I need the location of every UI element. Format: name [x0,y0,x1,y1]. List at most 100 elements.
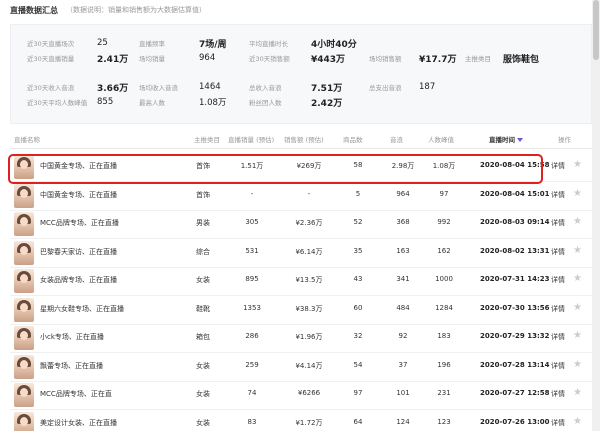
stat-value: 1464 [199,82,221,92]
live-thumbnail[interactable] [14,326,34,350]
detail-link[interactable]: 详情 [551,275,565,285]
cell-time: 2020-07-28 13:14 [480,360,550,369]
table-row[interactable]: 中国黄金专场、正在直播 首饰 - - 5 964 97 2020-08-04 15:01 详情 ★ [10,181,592,211]
detail-link[interactable]: 详情 [551,304,565,314]
cell-sales: 259 [245,360,259,369]
stat-label: 平均直播时长 [249,40,288,48]
star-icon[interactable]: ★ [573,217,582,227]
stat-label: 粉丝团人数 [249,99,282,107]
detail-link[interactable]: 详情 [551,361,565,371]
live-name[interactable]: 小ck专场、正在直播 [40,332,104,342]
live-thumbnail[interactable] [14,240,34,265]
live-thumbnail[interactable] [14,297,34,322]
cell-time: 2020-08-03 09:14 [480,218,550,226]
table-row[interactable]: 美定设计女装、正在直播 女装 83 ¥1.72万 64 124 123 2020-07-26 … [10,409,592,431]
col-sales[interactable]: 直播销量 (预估) [228,134,274,144]
detail-link[interactable]: 详情 [551,190,565,200]
cell-revenue: ¥4.14万 [295,361,323,370]
cell-revenue: ¥6266 [297,389,321,397]
table-row[interactable]: 巴黎春天家访、正在直播 综合 531 ¥6.14万 35 163 162 2020-08-02… [10,238,592,268]
cell-revenue: ¥1.96万 [295,333,323,341]
stat-value: 7.51万 [311,83,343,94]
cell-yinlang: 163 [396,246,410,255]
scrollbar[interactable] [592,0,600,431]
caret-down-icon [517,138,523,142]
cell-peak: 162 [437,246,451,255]
live-name[interactable]: 巴黎春天家访、正在直播 [40,247,117,257]
live-data-page: 直播数据汇总 （数据说明：销量和销售额为大数据估算值） 近30天直播场次 25 … [0,0,600,431]
col-yinlang[interactable]: 音浪 [390,134,403,144]
scrollbar-thumb[interactable] [593,0,599,60]
star-icon[interactable]: ★ [573,274,582,284]
live-thumbnail[interactable] [14,383,34,407]
cell-revenue: ¥269万 [296,162,322,170]
star-icon[interactable]: ★ [573,188,582,199]
stat-avg-sales: 场均销量 964 [139,52,215,64]
live-thumbnail[interactable] [14,411,34,431]
star-icon[interactable]: ★ [573,416,582,427]
stat-value: 1.08万 [199,98,227,108]
stat-value: ¥443万 [311,54,346,65]
live-name[interactable]: 飘蕾专场、正在直播 [40,361,103,371]
live-name[interactable]: 中国黄金专场、正在直播 [40,190,117,200]
cell-peak: 196 [437,360,451,369]
detail-link[interactable]: 详情 [551,218,565,228]
live-name[interactable]: 星期六女鞋专场、正在直播 [40,304,124,314]
cell-time: 2020-07-27 12:58 [480,389,550,397]
live-name[interactable]: 中国黄金专场、正在直播 [40,161,117,171]
detail-link[interactable]: 详情 [551,389,565,399]
cell-sales: 895 [245,275,259,283]
detail-link[interactable]: 详情 [551,161,565,171]
header-divider [10,148,592,149]
live-thumbnail[interactable] [14,354,34,379]
stat-value: 4小时40分 [311,39,357,50]
detail-link[interactable]: 详情 [551,247,565,257]
stat-label: 近30天直播场次 [27,40,75,48]
cell-products: 43 [353,275,363,283]
table-row[interactable]: 飘蕾专场、正在直播 女装 259 ¥4.14万 54 37 196 2020-07-28 13… [10,352,592,382]
live-name[interactable]: 美定设计女装、正在直播 [40,418,117,428]
stat-label: 最高人数 [139,99,165,107]
live-name[interactable]: MCC品牌专场、正在直 [40,389,112,399]
cell-category: 女装 [196,390,210,398]
live-thumbnail[interactable] [14,212,34,236]
col-products[interactable]: 商品数 [343,134,363,144]
stat-avg-peak-30d: 近30天平均人数峰值 855 [27,96,113,108]
detail-link[interactable]: 详情 [551,418,565,428]
star-icon[interactable]: ★ [573,331,582,341]
stat-live-count: 近30天直播场次 25 [27,37,108,49]
cell-sales: 1.51万 [240,162,264,170]
table-row[interactable]: 小ck专场、正在直播 箱包 286 ¥1.96万 32 92 183 2020-07-29 1… [10,323,592,353]
live-thumbnail[interactable] [14,269,34,293]
cell-peak: 123 [437,417,451,426]
table-row[interactable]: MCC品牌专场、正在直播 男装 305 ¥2.36万 52 368 992 2020-08-0… [10,209,592,239]
cell-products: 52 [353,218,363,226]
table-row[interactable]: MCC品牌专场、正在直 女装 74 ¥6266 97 101 231 2020-07-27 1… [10,380,592,410]
cell-category: 首饰 [196,190,210,199]
table-row[interactable]: 中国黄金专场、正在直播 首饰 1.51万 ¥269万 58 2.98万 1.08万 2020-… [10,152,592,182]
cell-peak: 1284 [435,303,453,312]
col-peak[interactable]: 人数峰值 [428,134,454,144]
live-name[interactable]: MCC品牌专场、正在直播 [40,218,119,228]
star-icon[interactable]: ★ [573,388,582,398]
cell-products: 97 [353,389,363,397]
star-icon[interactable]: ★ [573,302,582,313]
cell-time: 2020-08-04 15:01 [480,189,550,198]
detail-link[interactable]: 详情 [551,332,565,342]
star-icon[interactable]: ★ [573,359,582,370]
stat-revenue-30d: 近30天销售额 ¥443万 [249,52,345,65]
star-icon[interactable]: ★ [573,245,582,256]
table-row[interactable]: 女装品牌专场、正在直播 女装 895 ¥13.5万 43 341 1000 2020-07-3… [10,266,592,296]
live-name[interactable]: 女装品牌专场、正在直播 [40,275,117,285]
col-revenue[interactable]: 销售额 (预估) [284,134,324,144]
cell-products: 58 [353,161,363,169]
live-thumbnail[interactable] [14,183,34,208]
col-time[interactable]: 直播时间 [489,134,523,144]
cell-time: 2020-08-02 13:31 [480,246,550,255]
table-row[interactable]: 星期六女鞋专场、正在直播 鞋靴 1353 ¥38.3万 60 484 1284 2020-07… [10,295,592,325]
live-thumbnail[interactable] [14,155,34,179]
cell-sales: 286 [245,332,259,340]
cell-yinlang: 964 [396,189,410,198]
col-category[interactable]: 主推类目 [194,134,220,144]
star-icon[interactable]: ★ [573,160,582,170]
